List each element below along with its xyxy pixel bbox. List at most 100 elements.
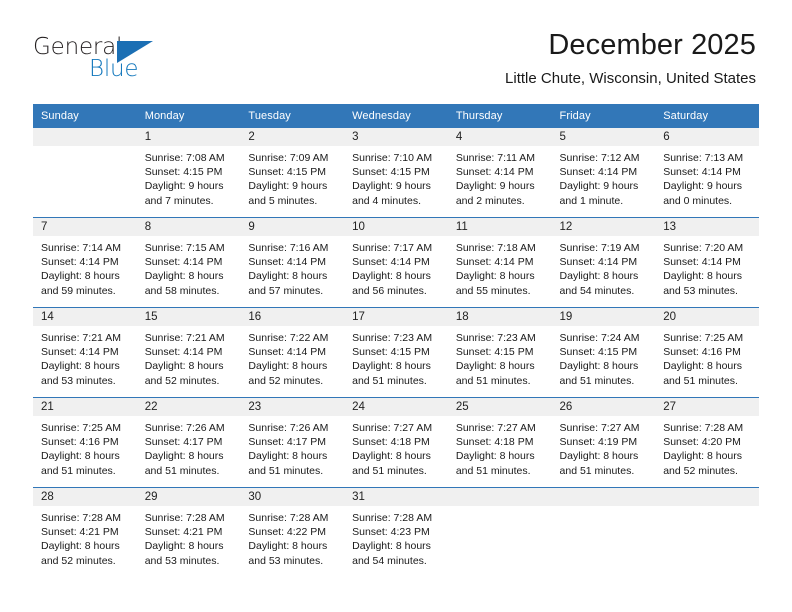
day-number: 17 <box>344 308 448 326</box>
calendar-cell: 30 Sunrise: 7:28 AM Sunset: 4:22 PM Dayligh… <box>240 487 345 574</box>
day-cell[interactable]: 18 Sunrise: 7:23 AM Sunset: 4:15 PM Dayligh… <box>447 308 552 397</box>
calendar-body: 1 Sunrise: 7:08 AM Sunset: 4:15 PM Daylight… <box>33 128 759 574</box>
day-details: Sunrise: 7:12 AM Sunset: 4:14 PM Daylight:… <box>552 146 656 208</box>
day-cell[interactable]: 8 Sunrise: 7:15 AM Sunset: 4:14 PM Daylight… <box>136 218 241 307</box>
daylight-text-line1: Daylight: 8 hours <box>248 450 328 463</box>
calendar-cell <box>655 487 759 574</box>
sunset-text: Sunset: 4:14 PM <box>663 256 741 269</box>
day-cell[interactable]: 29 Sunrise: 7:28 AM Sunset: 4:21 PM Dayligh… <box>136 488 241 574</box>
sunrise-text: Sunrise: 7:28 AM <box>663 422 744 434</box>
daylight-text-line1: Daylight: 8 hours <box>41 360 120 373</box>
sunrise-text: Sunrise: 7:11 AM <box>455 152 535 164</box>
calendar-cell: 25 Sunrise: 7:27 AM Sunset: 4:18 PM Dayligh… <box>447 397 552 488</box>
day-details: Sunrise: 7:09 AM Sunset: 4:15 PM Daylight:… <box>240 146 344 208</box>
calendar-week-row: 28 Sunrise: 7:28 AM Sunset: 4:21 PM Dayligh… <box>33 487 759 574</box>
day-cell[interactable]: 11 Sunrise: 7:18 AM Sunset: 4:14 PM Dayligh… <box>447 218 552 307</box>
sunrise-text: Sunrise: 7:16 AM <box>248 242 329 254</box>
day-cell[interactable]: 25 Sunrise: 7:27 AM Sunset: 4:18 PM Dayligh… <box>447 398 552 487</box>
day-cell[interactable]: 26 Sunrise: 7:27 AM Sunset: 4:19 PM Dayligh… <box>551 398 656 487</box>
day-cell[interactable]: 14 Sunrise: 7:21 AM Sunset: 4:14 PM Dayligh… <box>33 308 137 397</box>
day-cell[interactable]: 13 Sunrise: 7:20 AM Sunset: 4:14 PM Dayligh… <box>655 218 759 307</box>
page-header: General Blue December 2025 Little Chute,… <box>0 0 792 100</box>
day-details: Sunrise: 7:28 AM Sunset: 4:21 PM Daylight:… <box>137 506 241 568</box>
day-number: 4 <box>447 128 552 146</box>
day-cell[interactable]: 9 Sunrise: 7:16 AM Sunset: 4:14 PM Daylight… <box>240 218 345 307</box>
day-cell[interactable]: 4 Sunrise: 7:11 AM Sunset: 4:14 PM Daylight… <box>447 128 552 217</box>
day-cell[interactable]: 6 Sunrise: 7:13 AM Sunset: 4:14 PM Daylight… <box>655 128 759 217</box>
calendar-cell: 13 Sunrise: 7:20 AM Sunset: 4:14 PM Dayligh… <box>655 217 759 308</box>
sunrise-text: Sunrise: 7:18 AM <box>455 242 536 254</box>
daylight-text-line1: Daylight: 9 hours <box>248 180 328 193</box>
calendar-cell: 9 Sunrise: 7:16 AM Sunset: 4:14 PM Daylight… <box>240 217 345 308</box>
daylight-text-line1: Daylight: 8 hours <box>455 360 535 373</box>
daylight-text-line2: and 56 minutes. <box>352 284 427 297</box>
day-cell[interactable]: 12 Sunrise: 7:19 AM Sunset: 4:14 PM Dayligh… <box>551 218 656 307</box>
day-cell[interactable]: 15 Sunrise: 7:21 AM Sunset: 4:14 PM Dayligh… <box>136 308 241 397</box>
daylight-text-line2: and 53 minutes. <box>663 284 738 297</box>
day-cell[interactable]: 16 Sunrise: 7:22 AM Sunset: 4:14 PM Dayligh… <box>240 308 345 397</box>
calendar-cell: 22 Sunrise: 7:26 AM Sunset: 4:17 PM Dayligh… <box>136 397 241 488</box>
calendar-cell: 29 Sunrise: 7:28 AM Sunset: 4:21 PM Dayligh… <box>136 487 241 574</box>
daylight-text-line2: and 7 minutes. <box>144 194 214 207</box>
sunrise-text: Sunrise: 7:27 AM <box>559 422 640 434</box>
day-details: Sunrise: 7:23 AM Sunset: 4:15 PM Daylight:… <box>344 326 448 388</box>
day-number: 6 <box>655 128 759 146</box>
calendar-cell: 8 Sunrise: 7:15 AM Sunset: 4:14 PM Daylight… <box>136 217 241 308</box>
day-number: 1 <box>136 128 241 146</box>
day-cell[interactable]: 31 Sunrise: 7:28 AM Sunset: 4:23 PM Dayligh… <box>344 488 448 574</box>
day-number <box>447 488 552 506</box>
daylight-text-line1: Daylight: 8 hours <box>144 450 224 463</box>
day-cell-empty <box>551 488 656 574</box>
day-number: 16 <box>240 308 345 326</box>
day-details: Sunrise: 7:21 AM Sunset: 4:14 PM Daylight:… <box>137 326 241 388</box>
day-cell[interactable]: 28 Sunrise: 7:28 AM Sunset: 4:21 PM Dayligh… <box>33 488 137 574</box>
daylight-text-line1: Daylight: 8 hours <box>352 450 431 463</box>
calendar-cell: 27 Sunrise: 7:28 AM Sunset: 4:20 PM Dayligh… <box>655 397 759 488</box>
day-number: 29 <box>136 488 241 506</box>
day-cell[interactable]: 10 Sunrise: 7:17 AM Sunset: 4:14 PM Dayligh… <box>344 218 448 307</box>
sunset-text: Sunset: 4:14 PM <box>455 256 534 269</box>
sunset-text: Sunset: 4:18 PM <box>455 436 534 449</box>
daylight-text-line2: and 51 minutes. <box>248 464 324 477</box>
daylight-text-line2: and 54 minutes. <box>559 284 635 297</box>
calendar-week-row: 7 Sunrise: 7:14 AM Sunset: 4:14 PM Daylight… <box>33 217 759 308</box>
day-cell[interactable]: 23 Sunrise: 7:26 AM Sunset: 4:17 PM Dayligh… <box>240 398 345 487</box>
calendar-cell: 2 Sunrise: 7:09 AM Sunset: 4:15 PM Daylight… <box>240 128 345 218</box>
sunrise-text: Sunrise: 7:21 AM <box>144 332 225 344</box>
calendar-cell: 12 Sunrise: 7:19 AM Sunset: 4:14 PM Dayligh… <box>551 217 656 308</box>
day-cell[interactable]: 17 Sunrise: 7:23 AM Sunset: 4:15 PM Dayligh… <box>344 308 448 397</box>
day-details: Sunrise: 7:14 AM Sunset: 4:14 PM Daylight:… <box>33 236 137 298</box>
daylight-text-line1: Daylight: 8 hours <box>144 540 224 553</box>
sunset-text: Sunset: 4:16 PM <box>41 436 119 449</box>
day-cell[interactable]: 22 Sunrise: 7:26 AM Sunset: 4:17 PM Dayligh… <box>136 398 241 487</box>
sunrise-text: Sunrise: 7:13 AM <box>663 152 744 164</box>
daylight-text-line2: and 5 minutes. <box>248 194 318 207</box>
day-cell[interactable]: 19 Sunrise: 7:24 AM Sunset: 4:15 PM Dayligh… <box>551 308 656 397</box>
sunset-text: Sunset: 4:14 PM <box>663 166 741 179</box>
daylight-text-line1: Daylight: 8 hours <box>663 270 743 283</box>
day-number: 18 <box>447 308 552 326</box>
day-cell[interactable]: 3 Sunrise: 7:10 AM Sunset: 4:15 PM Daylight… <box>344 128 448 217</box>
calendar-cell: 18 Sunrise: 7:23 AM Sunset: 4:15 PM Dayligh… <box>447 307 552 398</box>
sunset-text: Sunset: 4:20 PM <box>663 436 741 449</box>
day-cell[interactable]: 24 Sunrise: 7:27 AM Sunset: 4:18 PM Dayligh… <box>344 398 448 487</box>
sunrise-text: Sunrise: 7:24 AM <box>559 332 640 344</box>
day-details: Sunrise: 7:25 AM Sunset: 4:16 PM Daylight:… <box>33 416 137 478</box>
sunset-text: Sunset: 4:22 PM <box>248 526 327 539</box>
day-cell[interactable]: 27 Sunrise: 7:28 AM Sunset: 4:20 PM Dayligh… <box>655 398 759 487</box>
day-cell[interactable]: 2 Sunrise: 7:09 AM Sunset: 4:15 PM Daylight… <box>240 128 345 217</box>
daylight-text-line1: Daylight: 8 hours <box>248 360 328 373</box>
day-cell[interactable]: 1 Sunrise: 7:08 AM Sunset: 4:15 PM Daylight… <box>136 128 241 217</box>
day-cell[interactable]: 21 Sunrise: 7:25 AM Sunset: 4:16 PM Dayligh… <box>33 398 137 487</box>
calendar-cell: 31 Sunrise: 7:28 AM Sunset: 4:23 PM Dayligh… <box>344 487 448 574</box>
day-cell[interactable]: 20 Sunrise: 7:25 AM Sunset: 4:16 PM Dayligh… <box>655 308 759 397</box>
day-cell[interactable]: 30 Sunrise: 7:28 AM Sunset: 4:22 PM Dayligh… <box>240 488 345 574</box>
weekday-header-row: Sunday Monday Tuesday Wednesday Thursday… <box>33 104 759 128</box>
day-cell[interactable]: 7 Sunrise: 7:14 AM Sunset: 4:14 PM Daylight… <box>33 218 137 307</box>
calendar-cell: 5 Sunrise: 7:12 AM Sunset: 4:14 PM Daylight… <box>551 128 656 218</box>
daylight-text-line2: and 2 minutes. <box>455 194 525 207</box>
sunset-text: Sunset: 4:23 PM <box>352 526 430 539</box>
day-details: Sunrise: 7:23 AM Sunset: 4:15 PM Daylight:… <box>448 326 552 388</box>
day-cell[interactable]: 5 Sunrise: 7:12 AM Sunset: 4:14 PM Daylight… <box>551 128 656 217</box>
daylight-text-line2: and 53 minutes. <box>41 374 116 387</box>
